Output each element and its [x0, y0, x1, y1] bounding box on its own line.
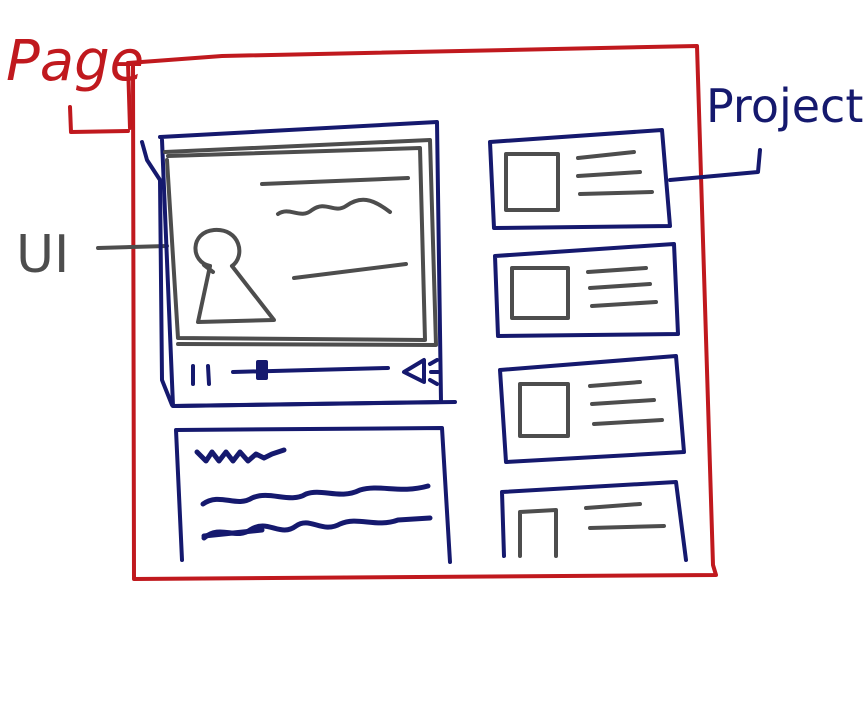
video-description-text	[276, 197, 392, 216]
thumbnail-icon	[510, 266, 570, 320]
wireframe-sketch: Page UI Project	[6, 29, 863, 581]
video-card-lower-edge	[173, 400, 457, 408]
ui-label-connector	[96, 244, 169, 250]
project-card[interactable]	[488, 128, 672, 230]
ui-label: UI	[16, 225, 69, 285]
project-card[interactable]	[498, 354, 686, 464]
seek-handle[interactable]	[256, 360, 268, 380]
thumbnail-icon	[518, 508, 558, 558]
volume-icon[interactable]	[402, 358, 440, 386]
page-label: Page	[6, 29, 144, 94]
video-title-text	[260, 176, 410, 186]
pause-icon[interactable]	[191, 364, 211, 386]
page-label-connector	[68, 105, 130, 134]
thumbnail-icon	[518, 382, 570, 438]
project-label: Project	[706, 79, 863, 133]
project-card[interactable]	[500, 480, 688, 562]
video-screen[interactable]	[163, 138, 438, 347]
content-heading-text	[194, 447, 287, 464]
person-icon	[193, 227, 276, 324]
video-caption-text	[292, 262, 408, 280]
content-body-text	[200, 483, 433, 541]
project-card[interactable]	[493, 242, 680, 338]
thumbnail-icon	[504, 152, 560, 212]
project-label-connector	[668, 148, 762, 182]
